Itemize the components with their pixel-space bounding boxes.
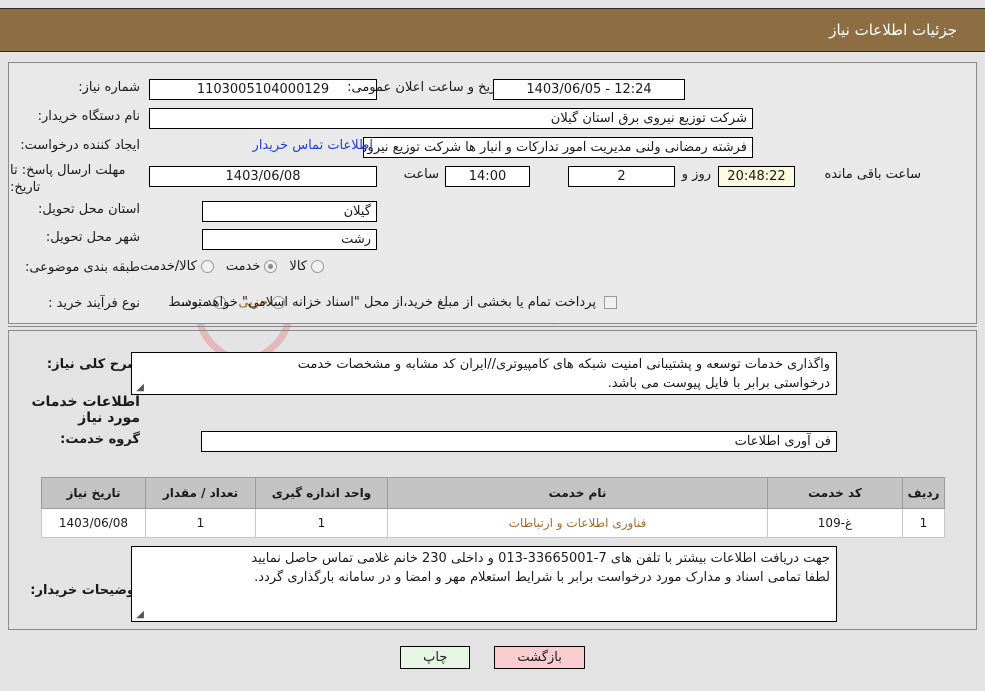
public-announce-field[interactable]: 12:24 - 1403/06/05 [493,79,685,100]
countdown-field: 20:48:22 [718,166,795,187]
contact-link-wrap: اطلاعات تماس خریدار [253,138,373,153]
delivery-city-label: شهر محل تحویل: [45,230,140,245]
page-root: AriaTender.net جزئیات اطلاعات نیاز شماره… [0,0,985,691]
deadline-hour-field[interactable]: 14:00 [445,166,530,187]
announce-label-wrap: تاریخ و ساعت اعلان عمومی: [347,80,504,95]
print-button[interactable]: چاپ [400,646,471,669]
delivery-province-label: استان محل تحویل: [38,202,140,217]
page-title: جزئیات اطلاعات نیاز [829,21,957,39]
deadline-hour-wrap: 14:00 [445,166,530,187]
deadline-days-field[interactable]: 2 [568,166,675,187]
purchase-process-label-wrap: نوع فرآیند خرید : [48,296,140,311]
cell-unit: 1 [255,508,388,538]
radio-kala[interactable] [311,260,324,273]
buyer-org-label-wrap: نام دستگاه خریدار: [38,109,140,124]
countdown-suffix-wrap: ساعت باقی مانده [825,167,921,182]
deadline-hour-label-wrap: ساعت [404,167,439,182]
delivery-province-field[interactable]: گیلان [202,201,377,222]
general-description-label: شرح کلی نیاز: [46,357,140,372]
resize-grip-icon[interactable]: ◢ [134,383,144,393]
cell-code: غ-109 [767,508,903,538]
treasury-bonds-checkbox[interactable] [604,296,617,309]
deadline-days-wrap: 2 [568,166,675,187]
purchase-process-label: نوع فرآیند خرید : [48,296,140,311]
treasury-bonds-label: پرداخت تمام یا بخشی از مبلغ خرید،از محل … [181,295,596,310]
general-description-line2: درخواستی برابر با فایل پیوست می باشد. [607,376,830,391]
need-number-label: شماره نیاز: [78,80,140,95]
action-buttons: بازگشت چاپ [0,646,985,669]
radio-khedmat-label[interactable]: خدمت [226,259,261,274]
general-description-box[interactable]: واگذاری خدمات توسعه و پشتیبانی امنیت شبک… [131,352,837,395]
province-field-wrap: گیلان [202,201,377,222]
general-description-line1: واگذاری خدمات توسعه و پشتیبانی امنیت شبک… [297,357,830,372]
radio-khedmat[interactable] [264,260,278,273]
announce-field-wrap: 12:24 - 1403/06/05 [493,79,685,100]
response-deadline-label: مهلت ارسال پاسخ: تا تاریخ: [10,163,126,195]
public-announce-label: تاریخ و ساعت اعلان عمومی: [347,80,504,95]
general-desc-label-wrap: شرح کلی نیاز: [47,357,140,372]
need-number-field-wrap: 1103005104000129 [149,79,377,100]
creator-field-wrap: فرشته رمضانی ولنی مدیریت امور تدارکات و … [363,137,753,158]
panel-divider [8,326,977,327]
cell-name: فناوری اطلاعات و ارتباطات [387,508,768,538]
back-button[interactable]: بازگشت [494,646,585,669]
buyer-notes-box[interactable]: جهت دریافت اطلاعات بیشتر با تلفن های 7-3… [131,546,837,622]
buyer-org-label: نام دستگاه خریدار: [37,109,140,124]
resize-grip-icon-notes[interactable]: ◢ [134,610,144,620]
deadline-days-suffix: روز و [681,167,711,182]
deadline-label-wrap: مهلت ارسال پاسخ: تا تاریخ: [10,162,140,196]
radio-kala-khedmat-label[interactable]: کالا/خدمت [140,259,197,274]
need-number-label-wrap: شماره نیاز: [78,80,140,95]
subject-class-label: طبقه بندی موضوعی: [24,260,140,275]
th-qty: تعداد / مقدار [145,477,256,509]
service-group-field[interactable]: فن آوری اطلاعات [201,431,837,452]
services-section-title: اطلاعات خدمات مورد نیاز [31,394,140,426]
buyer-notes-line2: لطفا تمامی اسناد و مدارک مورد درخواست بر… [254,570,830,585]
deadline-date-wrap: 1403/06/08 [149,166,377,187]
th-date: تاریخ نیاز [41,477,146,509]
creator-label-wrap: ایجاد کننده درخواست: [20,138,140,153]
need-info-panel [8,62,977,324]
deadline-days-suffix-wrap: روز و [682,167,711,182]
buyer-notes-label: توضیحات خریدار: [30,583,140,598]
th-code: کد خدمت [767,477,903,509]
countdown-wrap: 20:48:22 [718,166,795,187]
cell-radif: 1 [902,508,945,538]
cell-qty: 1 [145,508,256,538]
th-name: نام خدمت [387,477,768,509]
radio-kala-khedmat[interactable] [200,260,214,273]
service-group-label-wrap: گروه خدمت: [60,432,140,447]
treasury-checkbox-wrap: پرداخت تمام یا بخشی از مبلغ خرید،از محل … [181,295,617,310]
page-header: جزئیات اطلاعات نیاز [0,8,985,52]
city-field-wrap: رشت [202,229,377,250]
service-group-field-wrap: فن آوری اطلاعات [201,431,837,452]
cell-date: 1403/06/08 [41,508,146,538]
request-creator-label: ایجاد کننده درخواست: [20,138,140,153]
buyer-org-field[interactable]: شرکت توزیع نیروی برق استان گیلان [149,108,753,129]
buyer-contact-link[interactable]: اطلاعات تماس خریدار [253,138,373,153]
services-table: ردیف کد خدمت نام خدمت واحد اندازه گیری ت… [41,477,945,538]
table-header-row: ردیف کد خدمت نام خدمت واحد اندازه گیری ت… [41,477,945,509]
countdown-suffix: ساعت باقی مانده [824,167,921,182]
subject-class-label-wrap: طبقه بندی موضوعی: [25,260,140,275]
deadline-date-field[interactable]: 1403/06/08 [149,166,377,187]
service-group-label: گروه خدمت: [60,432,140,447]
deadline-hour-label: ساعت [403,167,439,182]
province-label-wrap: استان محل تحویل: [38,202,140,217]
radio-kala-label[interactable]: کالا [289,259,307,274]
request-creator-field[interactable]: فرشته رمضانی ولنی مدیریت امور تدارکات و … [363,137,753,158]
delivery-city-field[interactable]: رشت [202,229,377,250]
subject-class-options: کالا خدمت کالا/خدمت [128,259,324,274]
th-unit: واحد اندازه گیری [255,477,388,509]
th-radif: ردیف [902,477,945,509]
city-label-wrap: شهر محل تحویل: [46,230,140,245]
buyer-notes-line1: جهت دریافت اطلاعات بیشتر با تلفن های 7-3… [251,551,830,566]
buyer-org-field-wrap: شرکت توزیع نیروی برق استان گیلان [149,108,753,129]
need-number-field[interactable]: 1103005104000129 [149,79,377,100]
buyer-notes-label-wrap: توضیحات خریدار: [30,583,140,598]
table-row[interactable]: 1 غ-109 فناوری اطلاعات و ارتباطات 1 1 14… [41,508,945,538]
